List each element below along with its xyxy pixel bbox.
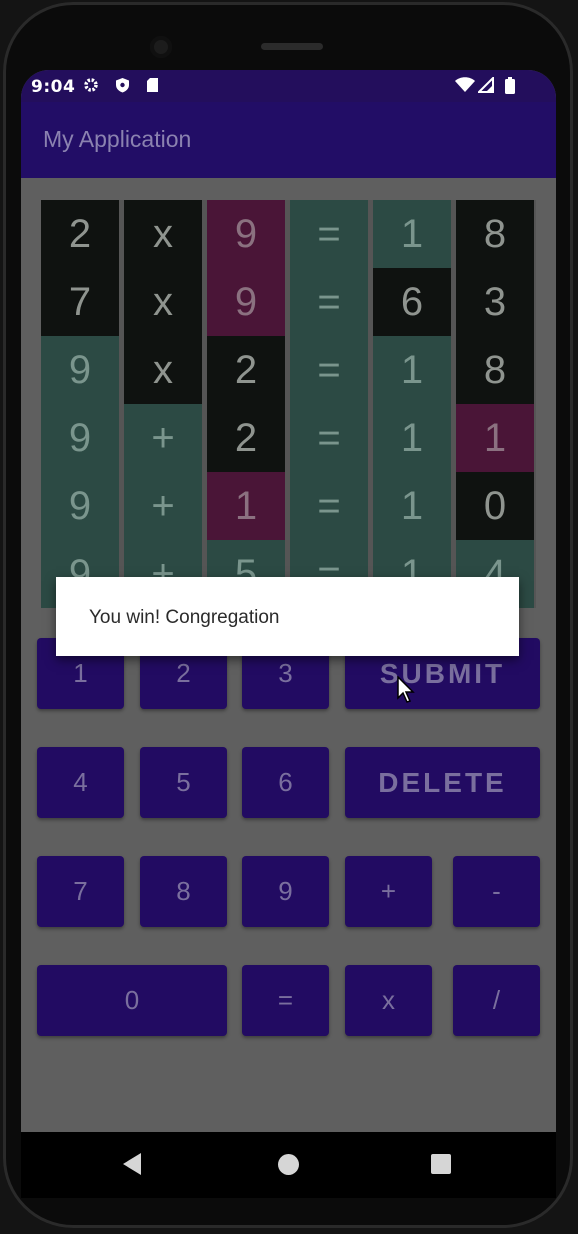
plus-button[interactable]: + [345,856,432,927]
board-cell: + [124,472,202,540]
earpiece-speaker [261,43,323,50]
minus-button[interactable]: - [453,856,540,927]
board-cell: x [124,336,202,404]
board-cell: x [124,200,202,268]
board-cell: 3 [456,268,534,336]
equation-board: 2 7 9 9 9 9 x x x + + +9 9 2 2 1 5 = = = = = = 1 6 1 1 1 1 8 3 8 1 0 4 [41,200,536,608]
board-cell: 0 [456,472,534,540]
front-camera [150,36,172,58]
board-cell: 1 [373,472,451,540]
app-screen: 9:04 My Application 2 7 9 9 9 9 x x x + + +9 9 2 2 1 5 = =… [21,70,556,1132]
board-column: 279999 [41,200,119,608]
board-cell: = [290,200,368,268]
signal-icon [476,75,494,97]
board-cell: = [290,404,368,472]
board-cell: 9 [207,268,285,336]
dialog-message: You win! Congregation [89,607,280,628]
board-cell: 8 [456,200,534,268]
board-cell: 2 [41,200,119,268]
key-7-button[interactable]: 7 [37,856,124,927]
board-column: = = = = = = [290,200,368,608]
key-4-button[interactable]: 4 [37,747,124,818]
board-cell: = [290,268,368,336]
board-column: 992215 [207,200,285,608]
board-cell: 8 [456,336,534,404]
status-bar: 9:04 [21,70,556,102]
key-6-button[interactable]: 6 [242,747,329,818]
divide-button[interactable]: / [453,965,540,1036]
board-cell: 9 [207,200,285,268]
board-cell: 1 [373,404,451,472]
board-cell: 2 [207,336,285,404]
multiply-button[interactable]: x [345,965,432,1036]
board-cell: + [124,404,202,472]
key-5-button[interactable]: 5 [140,747,227,818]
delete-button[interactable]: DELETE [345,747,540,818]
key-0-button[interactable]: 0 [37,965,227,1036]
shield-icon [115,77,130,97]
board-cell: 1 [207,472,285,540]
board-column: 161111 [373,200,451,608]
win-dialog[interactable]: You win! Congregation [56,577,519,656]
settings-icon [83,77,99,97]
back-icon[interactable] [123,1153,141,1175]
battery-icon [505,77,515,98]
wifi-icon [455,77,475,97]
home-icon[interactable] [278,1154,299,1175]
board-cell: 7 [41,268,119,336]
board-cell: 1 [456,404,534,472]
board-cell: 2 [207,404,285,472]
status-time: 9:04 [31,77,76,97]
board-cell: 9 [41,404,119,472]
app-bar: My Application [21,102,556,178]
board-column: x x x + + + [124,200,202,608]
key-8-button[interactable]: 8 [140,856,227,927]
sd-card-icon [146,77,159,97]
board-cell: x [124,268,202,336]
equals-button[interactable]: = [242,965,329,1036]
board-cell: 9 [41,336,119,404]
navigation-bar [21,1132,556,1198]
board-cell: = [290,336,368,404]
board-column: 838104 [456,200,534,608]
app-title: My Application [43,126,192,152]
key-9-button[interactable]: 9 [242,856,329,927]
board-cell: = [290,472,368,540]
board-cell: 1 [373,336,451,404]
board-cell: 9 [41,472,119,540]
mouse-cursor-icon [397,676,415,703]
recents-icon[interactable] [431,1154,451,1174]
board-cell: 1 [373,200,451,268]
board-cell: 6 [373,268,451,336]
